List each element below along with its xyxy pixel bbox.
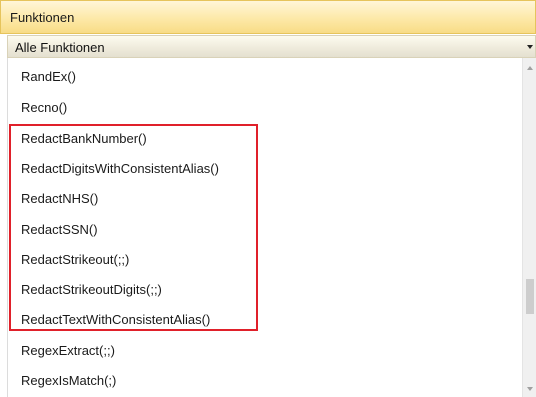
panel-header: Funktionen — [0, 0, 536, 34]
panel-title: Funktionen — [10, 10, 75, 25]
list-item[interactable]: RedactDigitsWithConsistentAlias() — [21, 159, 219, 179]
list-item[interactable]: RedactBankNumber() — [21, 129, 147, 149]
chevron-down-icon — [527, 45, 533, 49]
list-item[interactable]: RandEx() — [21, 67, 76, 87]
list-item[interactable]: RedactTextWithConsistentAlias() — [21, 310, 210, 330]
list-item[interactable]: Recno() — [21, 98, 67, 118]
function-list[interactable]: RandEx() Recno() RedactBankNumber() Reda… — [7, 58, 521, 397]
scroll-down-icon[interactable] — [526, 385, 534, 393]
category-dropdown[interactable]: Alle Funktionen — [7, 35, 536, 58]
list-item[interactable]: RedactStrikeout(;;) — [21, 250, 129, 270]
vertical-scrollbar[interactable] — [522, 58, 536, 397]
functions-panel: Funktionen Alle Funktionen RandEx() Recn… — [0, 0, 536, 397]
category-dropdown-value: Alle Funktionen — [15, 40, 105, 55]
scrollbar-thumb[interactable] — [526, 279, 534, 314]
list-item[interactable]: RedactSSN() — [21, 220, 98, 240]
list-item[interactable]: RedactNHS() — [21, 189, 98, 209]
list-item[interactable]: RegexIsMatch(;) — [21, 371, 116, 391]
scroll-up-icon[interactable] — [526, 64, 534, 72]
list-item[interactable]: RedactStrikeoutDigits(;;) — [21, 280, 162, 300]
list-item[interactable]: RegexExtract(;;) — [21, 341, 115, 361]
